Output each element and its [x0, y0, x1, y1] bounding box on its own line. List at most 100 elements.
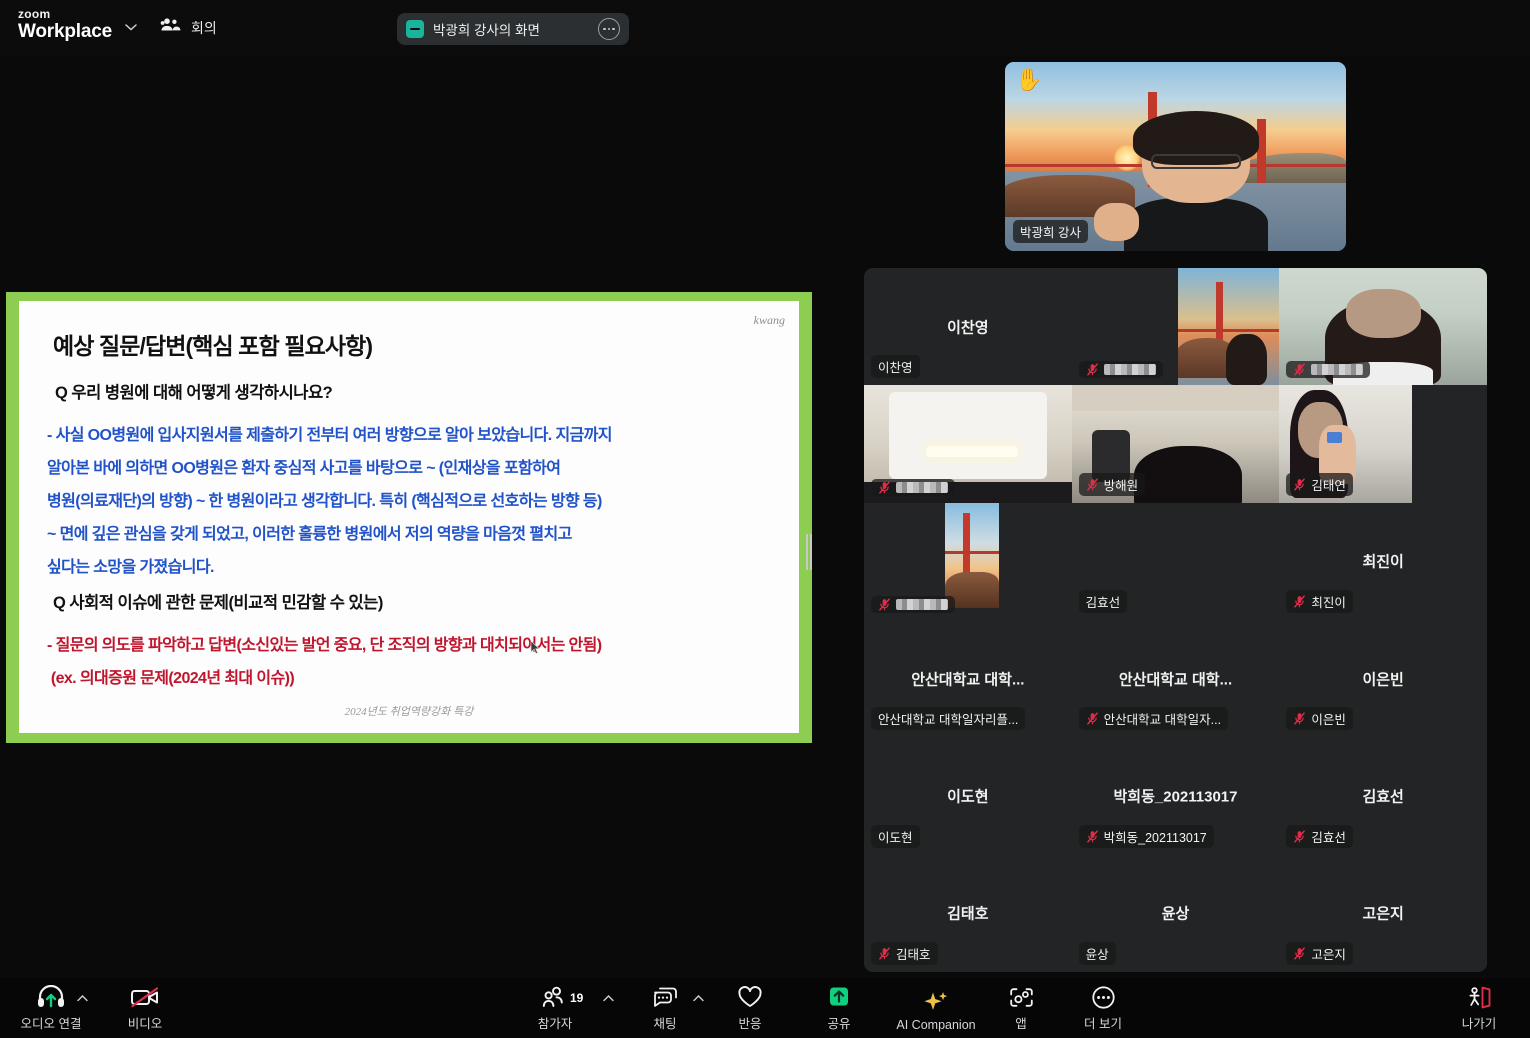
more-button[interactable]: 더 보기: [1066, 984, 1140, 1032]
participant-name-text: 김효선: [1085, 596, 1121, 610]
microphone-muted-icon: [1294, 712, 1306, 725]
zoom-meeting-window: zoom Workplace 회의 박광희 강사의 화면 kwang 예상 질문…: [0, 0, 1530, 1038]
participant-display-name: 박희동_202113017: [1113, 788, 1238, 806]
raised-hand-icon: ✋: [1015, 67, 1043, 92]
participant-name-label: 고은지: [1286, 942, 1353, 965]
leave-meeting-button[interactable]: 나가기: [1442, 984, 1516, 1032]
participant-tile[interactable]: 김태호 김태호: [864, 854, 1072, 972]
participant-tile[interactable]: 박희동_202113017 박희동_202113017: [1071, 737, 1280, 855]
headset-audio-icon: [36, 984, 66, 1010]
more-options-icon[interactable]: [598, 18, 620, 40]
participant-tile[interactable]: 윤상 윤상: [1071, 854, 1280, 972]
participant-name-text: 김태연: [1311, 478, 1346, 493]
redacted-name: [1103, 364, 1156, 376]
speaker-name-label: 박광희 강사: [1013, 220, 1088, 243]
participant-tile[interactable]: 고은지 고은지: [1279, 854, 1487, 972]
zoom-workplace-logo: zoom Workplace: [18, 8, 112, 41]
meetings-label: 회의: [191, 19, 217, 36]
participant-name-label: 윤상: [1078, 942, 1116, 965]
participant-name-text: 김태호: [896, 948, 931, 962]
participant-tile[interactable]: 이찬영 이찬영: [864, 268, 1072, 386]
apps-button[interactable]: 앱: [984, 984, 1058, 1032]
audio-options-caret-icon[interactable]: [76, 990, 89, 1008]
participant-name-label: 최진이: [1286, 590, 1353, 613]
participant-tile[interactable]: [1071, 268, 1280, 386]
ai-companion-button-label: AI Companion: [896, 1018, 976, 1032]
participant-display-name: 이은빈: [1362, 671, 1404, 689]
video-button[interactable]: 비디오: [108, 984, 182, 1032]
participant-name-label: 안산대학교 대학일자리플...: [871, 707, 1026, 731]
participant-name-label: [1286, 361, 1371, 379]
more-horizontal-icon: [1091, 984, 1116, 1010]
meeting-toolbar: 오디오 연결 비디오 참가자 19 채팅 반응 공유 AI Companion …: [0, 978, 1530, 1038]
participant-tile[interactable]: 최진이 최진이: [1279, 502, 1487, 620]
participant-name-label: [871, 596, 955, 613]
microphone-muted-icon: [1294, 947, 1306, 960]
shared-screen-slide[interactable]: kwang 예상 질문/답변(핵심 포함 필요사항) Q 우리 병원에 대해 어…: [6, 292, 812, 743]
participant-display-name: 김태호: [947, 905, 989, 923]
share-screen-button-label: 공유: [827, 1017, 851, 1031]
participant-tile[interactable]: 김효선: [1071, 502, 1280, 620]
more-button-label: 더 보기: [1084, 1017, 1122, 1031]
audio-button-label: 오디오 연결: [20, 1017, 82, 1031]
participant-tile[interactable]: 안산대학교 대학... 안산대학교 대학일자리플...: [864, 620, 1072, 738]
participant-name-label: 김효선: [1078, 590, 1128, 613]
shared-screen-tab[interactable]: 박광희 강사의 화면: [397, 13, 629, 45]
participants-button-label: 참가자: [537, 1017, 573, 1031]
share-screen-button[interactable]: 공유: [802, 984, 876, 1032]
meetings-nav-item[interactable]: 회의: [160, 17, 217, 38]
microphone-muted-icon: [1086, 363, 1098, 376]
ai-sparkle-icon: [922, 989, 950, 1015]
participant-tile[interactable]: 안산대학교 대학... 안산대학교 대학일자...: [1071, 620, 1280, 738]
participant-name-text: 고은지: [1311, 948, 1346, 962]
speaker-silhouette: [1093, 110, 1271, 251]
participant-name-label: [871, 478, 955, 496]
participant-tile[interactable]: 방해원: [1071, 385, 1280, 503]
participant-display-name: 윤상: [1161, 905, 1190, 923]
redacted-name: [1311, 364, 1364, 376]
participant-name-text: 이도현: [878, 830, 913, 845]
participant-name-text: 윤상: [1085, 948, 1109, 962]
microphone-muted-icon: [879, 598, 890, 611]
participant-tile[interactable]: 김효선 김효선: [1279, 737, 1487, 855]
slide-answer-1: - 사실 OO병원에 입사지원서를 제출하기 전부터 여러 방향으로 알아 보았…: [47, 427, 613, 576]
participant-name-text: 박희동_202113017: [1103, 830, 1207, 845]
participant-tile[interactable]: [1279, 268, 1487, 386]
ai-companion-button[interactable]: AI Companion: [896, 989, 976, 1032]
participant-name-label: [1078, 361, 1163, 379]
chevron-down-icon[interactable]: [124, 22, 138, 32]
participant-gallery-grid[interactable]: 이찬영 이찬영 방해원 김태연 김효선 최진이 최진이 안산대학교 대학... 안산대학교 대학…: [864, 268, 1487, 972]
participant-name-label: 이찬영: [871, 355, 920, 379]
participant-name-label: 방해원: [1078, 472, 1146, 496]
share-screen-icon: [826, 984, 852, 1010]
slide-question-1: Q 우리 병원에 대해 어떻게 생각하시나요?: [55, 384, 333, 402]
participant-tile[interactable]: [864, 502, 1072, 620]
participant-tile[interactable]: 이도현 이도현: [864, 737, 1072, 855]
microphone-muted-icon: [1294, 478, 1306, 491]
participant-name-label: 안산대학교 대학일자...: [1078, 707, 1229, 731]
redacted-name: [896, 599, 948, 610]
participants-icon: [542, 984, 568, 1010]
participant-name-text: 안산대학교 대학일자...: [1103, 713, 1222, 728]
participant-tile[interactable]: 이은빈 이은빈: [1279, 620, 1487, 738]
participant-name-label: 김태연: [1286, 472, 1353, 496]
microphone-muted-icon: [1086, 712, 1098, 725]
participant-name-text: 안산대학교 대학일자리플...: [878, 713, 1019, 728]
participant-tile[interactable]: [864, 385, 1072, 503]
apps-button-label: 앱: [1015, 1017, 1027, 1031]
participant-display-name: 최진이: [1362, 553, 1404, 571]
slide-scroll-marker: [805, 534, 814, 570]
mouse-cursor-icon: [530, 640, 540, 655]
active-speaker-tile[interactable]: ✋ 박광희 강사: [1005, 62, 1346, 251]
participant-display-name: 이찬영: [947, 319, 989, 337]
reactions-button-label: 반응: [738, 1017, 762, 1031]
slide-title: 예상 질문/답변(핵심 포함 필요사항): [53, 333, 373, 359]
participant-display-name: 안산대학교 대학...: [911, 671, 1025, 689]
chat-button[interactable]: 채팅: [628, 984, 702, 1032]
chat-options-caret-icon[interactable]: [692, 990, 705, 1008]
participant-tile[interactable]: 김태연: [1279, 385, 1487, 503]
reactions-button[interactable]: 반응: [713, 984, 787, 1032]
microphone-muted-icon: [879, 947, 890, 960]
participants-options-caret-icon[interactable]: [602, 990, 615, 1008]
microphone-muted-icon: [1294, 595, 1306, 608]
